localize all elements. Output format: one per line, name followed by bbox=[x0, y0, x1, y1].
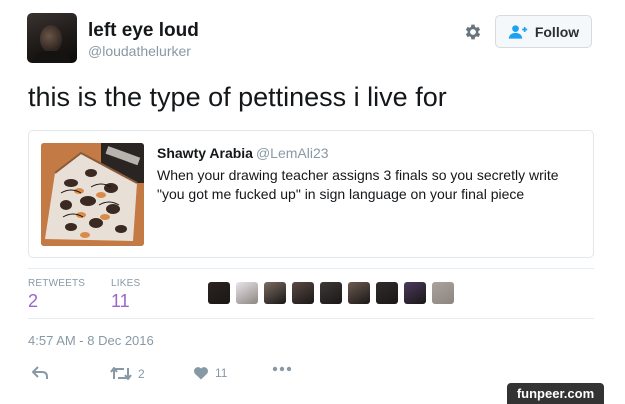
author-handle[interactable]: @loudathelurker bbox=[88, 43, 191, 59]
quoted-author-handle: @LemAli23 bbox=[255, 145, 329, 161]
add-user-icon bbox=[508, 24, 527, 39]
author-avatar[interactable] bbox=[27, 13, 77, 63]
quoted-tweet-text: When your drawing teacher assigns 3 fina… bbox=[157, 167, 559, 202]
retweet-icon bbox=[110, 367, 132, 380]
retweets-label: RETWEETS bbox=[28, 278, 86, 289]
quoted-author-name: Shawty Arabia bbox=[157, 145, 253, 161]
author-name[interactable]: left eye loud bbox=[88, 20, 199, 42]
retweets-count[interactable]: 2 bbox=[28, 291, 38, 312]
likes-count[interactable]: 11 bbox=[111, 291, 130, 312]
likes-label: LIKES bbox=[111, 278, 141, 289]
like-button[interactable]: 11 bbox=[193, 366, 227, 380]
liker-avatar[interactable] bbox=[320, 282, 342, 304]
liker-avatar[interactable] bbox=[432, 282, 454, 304]
liker-avatar[interactable] bbox=[236, 282, 258, 304]
liker-avatar[interactable] bbox=[264, 282, 286, 304]
liker-avatar[interactable] bbox=[348, 282, 370, 304]
more-button[interactable] bbox=[272, 366, 292, 372]
retweet-button[interactable]: 2 bbox=[110, 366, 145, 381]
watermark: funpeer.com bbox=[507, 383, 604, 404]
quoted-tweet-image[interactable] bbox=[41, 143, 144, 246]
follow-label: Follow bbox=[534, 23, 580, 40]
liker-avatars bbox=[208, 282, 460, 304]
heart-icon bbox=[193, 367, 209, 380]
quoted-tweet-author: Shawty Arabia @LemAli23 bbox=[157, 145, 329, 161]
liker-avatar[interactable] bbox=[292, 282, 314, 304]
more-icon bbox=[272, 366, 292, 372]
reply-icon bbox=[32, 366, 48, 379]
like-count: 11 bbox=[215, 366, 228, 380]
liker-avatar[interactable] bbox=[208, 282, 230, 304]
gear-icon[interactable] bbox=[463, 22, 483, 42]
divider bbox=[28, 268, 594, 269]
divider bbox=[28, 318, 594, 319]
tweet-timestamp[interactable]: 4:57 AM - 8 Dec 2016 bbox=[28, 333, 154, 348]
tweet-text: this is the type of pettiness i live for bbox=[28, 82, 447, 112]
follow-button[interactable]: Follow bbox=[495, 15, 592, 48]
reply-button[interactable] bbox=[32, 366, 48, 380]
retweet-count: 2 bbox=[138, 366, 145, 381]
avatar-face bbox=[40, 25, 62, 53]
liker-avatar[interactable] bbox=[404, 282, 426, 304]
avatar-shirt bbox=[33, 51, 71, 63]
liker-avatar[interactable] bbox=[376, 282, 398, 304]
quoted-tweet[interactable]: Shawty Arabia @LemAli23 When your drawing… bbox=[28, 130, 594, 258]
